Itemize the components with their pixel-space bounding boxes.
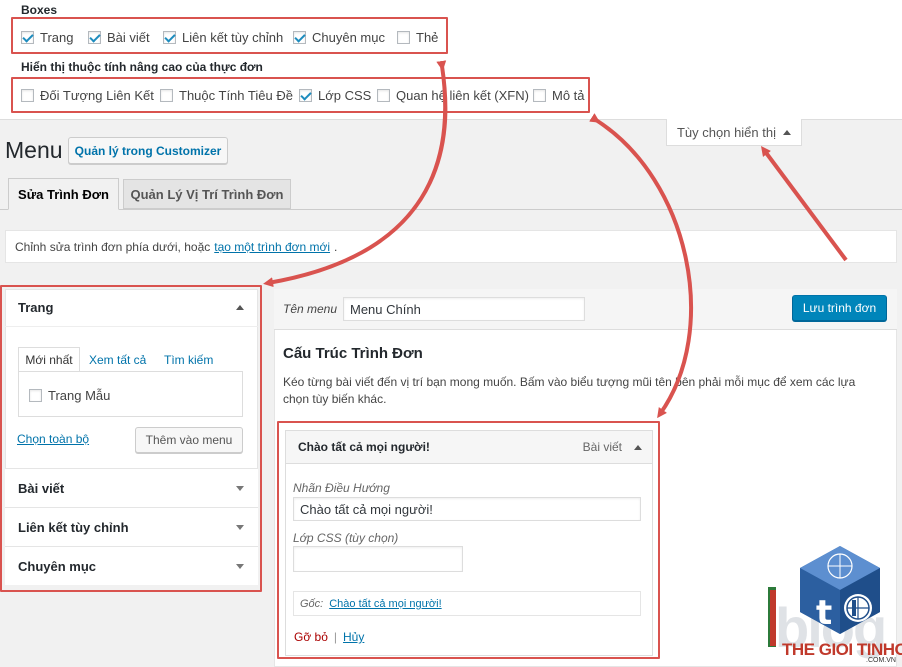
svg-text:t: t <box>816 593 832 633</box>
notice-text: Chỉnh sửa trình đơn phía dưới, hoặc <box>15 239 211 254</box>
advanced-highlight <box>11 77 590 113</box>
boxes-title: Boxes <box>21 3 58 17</box>
tab-edit-menu[interactable]: Sửa Trình Đơn <box>8 178 119 210</box>
watermark-domain: .COM.VN <box>866 657 896 664</box>
structure-title: Cấu Trúc Trình Đơn <box>283 345 423 362</box>
screen-options-toggle[interactable]: Tùy chọn hiển thị <box>666 119 802 146</box>
customizer-button[interactable]: Quản lý trong Customizer <box>68 137 228 164</box>
boxes-highlight <box>11 17 448 54</box>
tab-manage-locations[interactable]: Quản Lý Vị Trí Trình Đơn <box>123 179 291 209</box>
menu-name-input[interactable]: Menu Chính <box>343 297 585 321</box>
tabs-baseline <box>0 209 902 210</box>
advanced-title: Hiển thị thuộc tính nâng cao của thực đơ… <box>21 60 263 74</box>
menu-item-highlight <box>277 421 660 659</box>
save-menu-button[interactable]: Lưu trình đơn <box>792 295 887 321</box>
left-panel-highlight <box>0 285 262 592</box>
notice-box: Chỉnh sửa trình đơn phía dưới, hoặc tạo … <box>5 230 897 263</box>
page-title: Menu <box>5 137 63 163</box>
menu-name-label: Tên menu <box>283 302 338 316</box>
structure-instructions: Kéo từng bài viết đến vị trí bạn mong mu… <box>283 375 856 406</box>
caret-up-icon <box>783 129 791 135</box>
create-menu-link[interactable]: tạo một trình đơn mới <box>214 240 330 254</box>
